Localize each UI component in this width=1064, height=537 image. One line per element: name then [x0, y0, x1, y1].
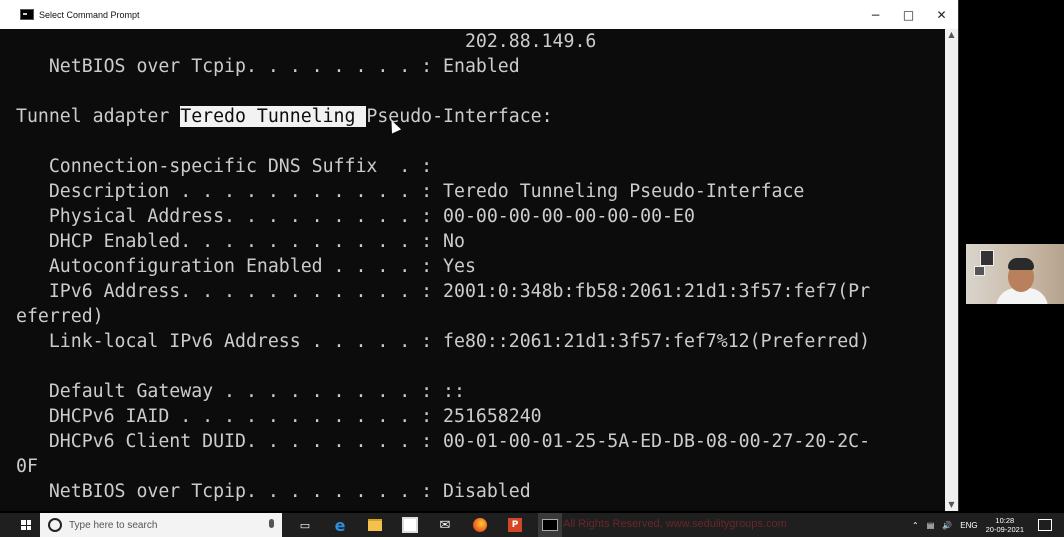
volume-icon[interactable]: 🔊 — [942, 521, 952, 530]
taskbar: Type here to search ▭ e ✉ P ⌃ ▤ 🔊 ENG 10… — [0, 513, 1064, 537]
title-bar[interactable]: Select Command Prompt − □ ✕ — [0, 0, 958, 29]
console-line: Link-local IPv6 Address . . . . . : fe80… — [16, 331, 871, 352]
console-line: NetBIOS over Tcpip. . . . . . . . : Disa… — [16, 481, 531, 502]
language-indicator[interactable]: ENG — [960, 521, 977, 530]
line-prefix: Tunnel adapter — [16, 106, 181, 127]
console-line: Description . . . . . . . . . . . : Tere… — [16, 181, 805, 202]
system-tray: ⌃ ▤ 🔊 ENG 10:28 20-09-2021 — [912, 513, 1064, 537]
taskbar-search-box[interactable]: Type here to search — [40, 513, 282, 537]
console-line: Physical Address. . . . . . . . . : 00-0… — [16, 206, 695, 227]
console-line: Autoconfiguration Enabled . . . . : Yes — [16, 256, 476, 277]
close-button[interactable]: ✕ — [925, 0, 958, 29]
console-line: DHCPv6 IAID . . . . . . . . . . . : 2516… — [16, 406, 542, 427]
scroll-down-arrow-icon[interactable]: ▼ — [945, 499, 958, 511]
clock-date: 20-09-2021 — [985, 525, 1024, 534]
command-prompt-taskbar-icon[interactable] — [538, 513, 562, 537]
text-selection[interactable]: Teredo Tunneling — [180, 106, 367, 127]
console-output[interactable]: 202.88.149.6 NetBIOS over Tcpip. . . . .… — [16, 29, 945, 511]
console-line: DHCP Enabled. . . . . . . . . . . : No — [16, 231, 465, 252]
firefox-icon[interactable] — [468, 513, 492, 537]
console-line: Default Gateway . . . . . . . . . : :: — [16, 381, 465, 402]
webcam-overlay — [966, 244, 1064, 304]
maximize-button[interactable]: □ — [892, 0, 925, 29]
tray-chevron-icon[interactable]: ⌃ — [912, 521, 919, 530]
notification-center-icon[interactable] — [1038, 519, 1052, 531]
network-icon[interactable]: ▤ — [927, 521, 935, 530]
store-icon[interactable] — [398, 513, 422, 537]
clock-time: 10:28 — [995, 516, 1015, 525]
cmd-app-icon — [20, 9, 34, 20]
console-line: 0F — [16, 456, 38, 477]
console-line: eferred) — [16, 306, 104, 327]
microphone-icon[interactable] — [269, 519, 274, 528]
console-line-selected[interactable]: Tunnel adapter Teredo Tunneling Pseudo-I… — [16, 104, 553, 129]
wall-frame — [980, 250, 994, 266]
task-view-icon[interactable]: ▭ — [293, 513, 317, 537]
console-line: 202.88.149.6 — [16, 31, 597, 52]
windows-logo-icon — [21, 520, 31, 530]
console-line: NetBIOS over Tcpip. . . . . . . . : Enab… — [16, 56, 520, 77]
cortana-icon — [48, 518, 62, 532]
wall-frame-small — [974, 266, 985, 276]
powerpoint-icon[interactable]: P — [503, 513, 527, 537]
taskbar-clock[interactable]: 10:28 20-09-2021 — [986, 516, 1024, 534]
presenter-hair — [1008, 258, 1034, 270]
background-watermark-text: All Rights Reserved, www.sedulitygroups.… — [563, 518, 787, 530]
command-prompt-window[interactable]: Select Command Prompt − □ ✕ 202.88.149.6… — [0, 0, 959, 511]
window-controls: − □ ✕ — [859, 0, 958, 29]
console-line: IPv6 Address. . . . . . . . . . . : 2001… — [16, 281, 871, 302]
start-button[interactable] — [16, 513, 36, 537]
window-title: Select Command Prompt — [39, 9, 140, 20]
console-line: DHCPv6 Client DUID. . . . . . . . : 00-0… — [16, 431, 871, 452]
vertical-scrollbar[interactable]: ▲ ▼ — [945, 29, 958, 511]
file-explorer-icon[interactable] — [363, 513, 387, 537]
minimize-button[interactable]: − — [859, 0, 892, 29]
scroll-up-arrow-icon[interactable]: ▲ — [945, 29, 958, 41]
edge-browser-icon[interactable]: e — [328, 513, 352, 537]
mail-icon[interactable]: ✉ — [433, 513, 457, 537]
search-placeholder: Type here to search — [69, 519, 158, 531]
console-line: Connection-specific DNS Suffix . : — [16, 156, 433, 177]
